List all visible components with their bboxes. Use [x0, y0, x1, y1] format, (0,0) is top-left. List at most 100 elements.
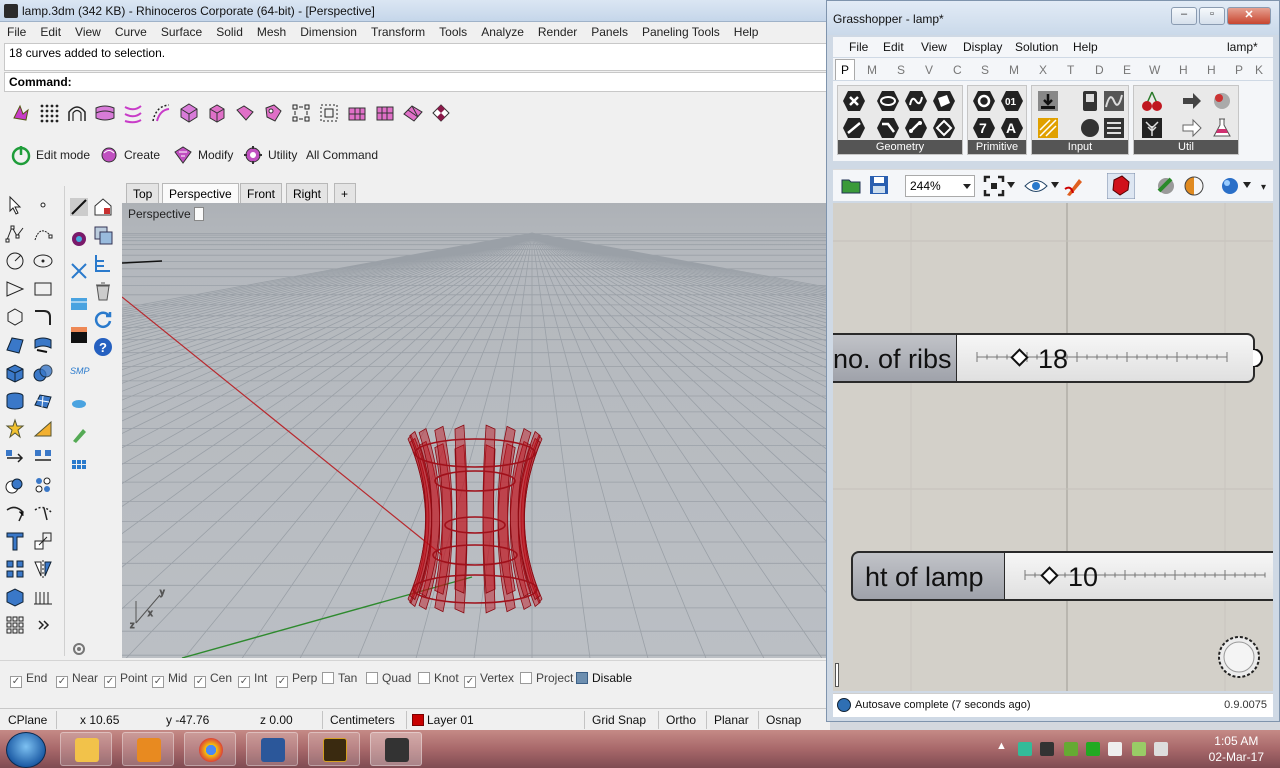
checkbox-int[interactable]: ✓ — [238, 676, 250, 688]
solid-box-icon[interactable] — [4, 586, 26, 608]
tab-intersect[interactable]: X — [1039, 63, 1047, 77]
arc-icon[interactable] — [4, 278, 26, 300]
start-button[interactable] — [6, 732, 46, 768]
gh-menu-view[interactable]: View — [921, 40, 947, 54]
checkbox-vertex[interactable]: ✓ — [464, 676, 476, 688]
group-icon[interactable] — [4, 474, 26, 496]
sphere-icon[interactable] — [1210, 89, 1234, 113]
circle-icon[interactable] — [4, 250, 26, 272]
chevron-down-icon[interactable] — [1051, 182, 1059, 188]
taskbar-muse[interactable] — [308, 732, 360, 766]
grid-cells-icon[interactable] — [4, 558, 26, 580]
cplane-label[interactable]: CPlane — [8, 713, 47, 727]
select-arrow-icon[interactable] — [4, 194, 26, 216]
tray-volume-icon[interactable] — [1154, 742, 1168, 756]
preview-eye-icon[interactable] — [1023, 175, 1049, 197]
taskbar-chrome[interactable] — [184, 732, 236, 766]
paneling-tool-1-icon[interactable] — [10, 102, 32, 124]
menu-transform[interactable]: Transform — [364, 22, 432, 39]
osnap-quad[interactable]: Quad — [366, 671, 411, 685]
param-brep-icon[interactable] — [932, 116, 956, 140]
menu-render[interactable]: Render — [531, 22, 584, 39]
param-hex-x-icon[interactable] — [842, 89, 866, 113]
tab-sets[interactable]: S — [897, 63, 905, 77]
array-linear-icon[interactable] — [32, 586, 54, 608]
checkbox-near[interactable]: ✓ — [56, 676, 68, 688]
edit-mode-button[interactable]: Edit mode — [10, 144, 96, 166]
slider-ht-of-lamp[interactable]: ht of lamp 10 — [851, 551, 1273, 601]
panel-tool-5-icon[interactable] — [346, 102, 368, 124]
panel-tool-1-icon[interactable] — [234, 102, 256, 124]
units-label[interactable]: Centimeters — [330, 713, 395, 727]
tree-icon[interactable] — [1140, 116, 1164, 140]
grasshopper-title-bar[interactable]: Grasshopper - lamp* – ▫ ✕ — [827, 1, 1279, 35]
arrow-right-icon[interactable] — [1180, 89, 1204, 113]
slider-track[interactable]: 10 — [1005, 551, 1273, 601]
paneling-side-8-icon[interactable] — [68, 424, 90, 446]
checkbox-mid[interactable]: ✓ — [152, 676, 164, 688]
param-boolean-icon[interactable] — [972, 89, 996, 113]
panel-tool-7-icon[interactable] — [402, 102, 424, 124]
copy-icon[interactable] — [32, 446, 54, 468]
param-curve-icon[interactable] — [904, 89, 928, 113]
param-integer-icon[interactable]: 01 — [1000, 89, 1024, 113]
arrow-outline-icon[interactable] — [1180, 116, 1204, 140]
panel-tool-3-icon[interactable] — [290, 102, 312, 124]
fillet-curve-icon[interactable] — [32, 306, 54, 328]
gh-menu-help[interactable]: Help — [1073, 40, 1098, 54]
panel-tool-4-icon[interactable] — [318, 102, 340, 124]
planar-toggle[interactable]: Planar — [714, 713, 749, 727]
polygon-icon[interactable] — [4, 306, 26, 328]
point-icon[interactable] — [32, 194, 54, 216]
checkbox-end[interactable]: ✓ — [10, 676, 22, 688]
tray-clock[interactable]: 1:05 AM 02-Mar-17 — [1209, 733, 1264, 765]
mesh-icon[interactable] — [32, 390, 54, 412]
maximize-button[interactable]: ▫ — [1199, 7, 1225, 25]
close-button[interactable]: ✕ — [1227, 7, 1271, 25]
box-solid-icon[interactable] — [4, 362, 26, 384]
menu-paneling-tools[interactable]: Paneling Tools — [635, 22, 727, 39]
rhino-title-bar[interactable]: lamp.3dm (342 KB) - Rhinoceros Corporate… — [0, 0, 830, 22]
paneling-side-1-icon[interactable] — [68, 196, 90, 218]
checkbox-quad[interactable] — [366, 672, 378, 684]
download-input-icon[interactable] — [1036, 89, 1060, 113]
input-group-label[interactable]: Input — [1032, 140, 1128, 154]
chevron-down-icon[interactable] — [1243, 182, 1251, 188]
param-line-icon[interactable] — [842, 116, 866, 140]
osnap-near[interactable]: ✓ Near — [56, 671, 98, 688]
create-button[interactable]: Create — [98, 144, 168, 166]
help-icon[interactable]: ? — [92, 336, 114, 358]
tab-right[interactable]: Right — [286, 183, 329, 203]
primitive-group-label[interactable]: Primitive — [968, 140, 1026, 154]
osnap-mid[interactable]: ✓ Mid — [152, 671, 187, 688]
menu-solid[interactable]: Solid — [209, 22, 250, 39]
dimension-icon[interactable] — [32, 418, 54, 440]
gh-menu-display[interactable]: Display — [963, 40, 1002, 54]
param-mesh-icon[interactable] — [904, 116, 928, 140]
split-icon[interactable] — [32, 502, 54, 524]
menu-dimension[interactable]: Dimension — [293, 22, 364, 39]
curve-grid-icon[interactable] — [122, 102, 144, 124]
param-surface-icon[interactable] — [932, 89, 956, 113]
taskbar-word[interactable] — [246, 732, 298, 766]
viewport-menu-dropdown-icon[interactable] — [193, 207, 204, 221]
menu-view[interactable]: View — [68, 22, 108, 39]
osnap-perp[interactable]: ✓ Perp — [276, 671, 317, 688]
bake-icon[interactable] — [1107, 173, 1135, 199]
tab-surface[interactable]: S — [981, 63, 989, 77]
trim-icon[interactable] — [4, 502, 26, 524]
menu-analyze[interactable]: Analyze — [474, 22, 531, 39]
tab-transform[interactable]: T — [1067, 63, 1074, 77]
sphere-grid-icon[interactable] — [178, 102, 200, 124]
paneling-side-7-icon[interactable] — [68, 392, 90, 414]
grid-snap-toggle[interactable]: Grid Snap — [592, 713, 646, 727]
utility-button[interactable]: Utility — [242, 144, 312, 166]
current-layer[interactable]: Layer 01 — [412, 713, 474, 727]
osnap-disable[interactable]: Disable — [576, 671, 632, 685]
menu-help[interactable]: Help — [727, 22, 766, 39]
custom-preview-icon[interactable] — [1155, 175, 1177, 197]
flask-icon[interactable] — [1210, 116, 1234, 140]
checkbox-cen[interactable]: ✓ — [194, 676, 206, 688]
panel-tool-2-icon[interactable] — [262, 102, 284, 124]
slider-grip-icon[interactable] — [1040, 566, 1059, 585]
